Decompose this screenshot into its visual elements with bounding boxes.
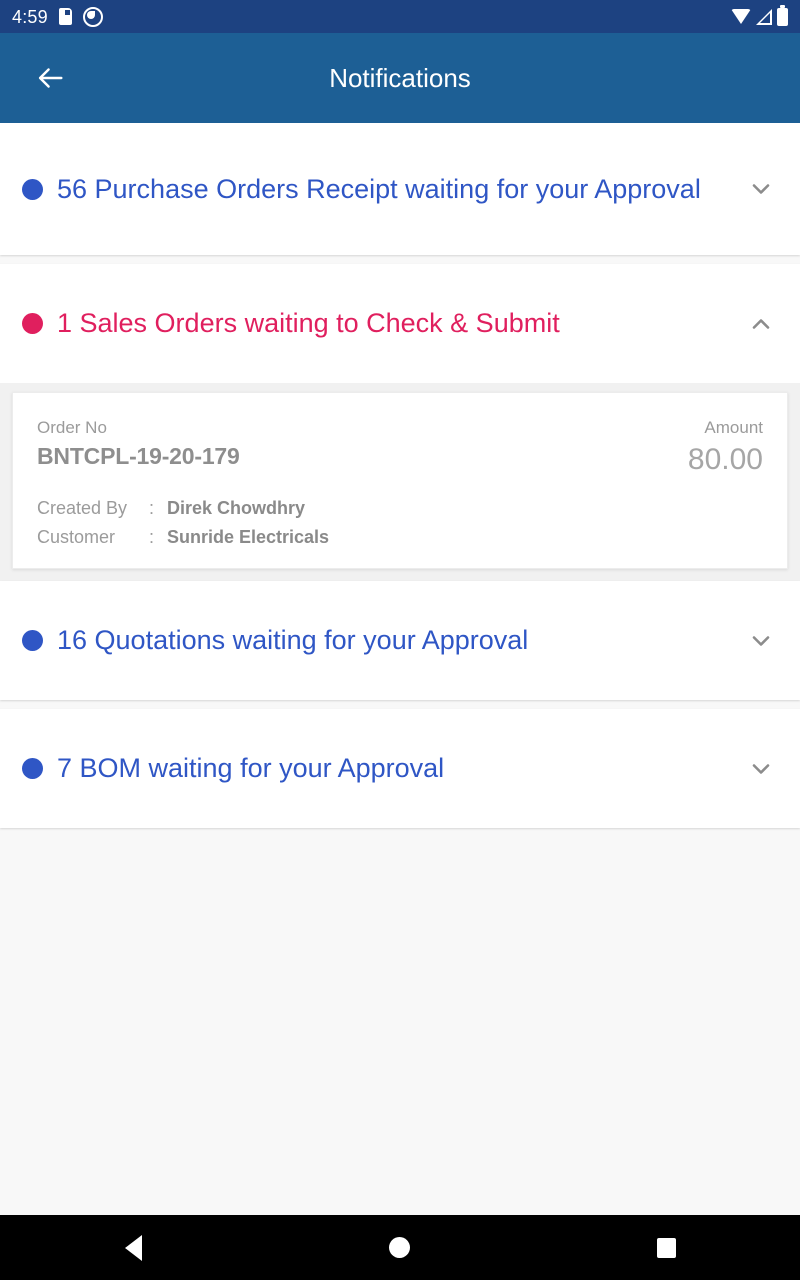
phone-screen: 4:59 Notifications 56 Purchase Orders Re… xyxy=(0,0,800,1280)
notification-row-sales-orders[interactable]: 1 Sales Orders waiting to Check & Submit xyxy=(0,264,800,383)
created-by-value: Direk Chowdhry xyxy=(167,498,306,518)
do-not-disturb-icon xyxy=(82,6,103,27)
expand-toggle-quotations[interactable] xyxy=(744,624,778,658)
order-no-label: Order No xyxy=(37,418,107,437)
nav-recents-button[interactable] xyxy=(607,1215,727,1280)
created-by-row: Created By : Direk Chowdhry xyxy=(37,498,763,519)
wifi-icon xyxy=(731,9,751,24)
notification-label: 56 Purchase Orders Receipt waiting for y… xyxy=(57,173,701,204)
nav-home-button[interactable] xyxy=(340,1215,460,1280)
notification-label: 16 Quotations waiting for your Approval xyxy=(57,625,529,656)
status-dot xyxy=(22,758,43,779)
back-button[interactable] xyxy=(18,46,82,110)
nav-back-button[interactable] xyxy=(73,1215,193,1280)
notification-row-quotations[interactable]: 16 Quotations waiting for your Approval xyxy=(0,581,800,700)
notification-list: 56 Purchase Orders Receipt waiting for y… xyxy=(0,123,800,1215)
android-navigation-bar xyxy=(0,1215,800,1280)
sales-order-detail-card[interactable]: Order No BNTCPL-19-20-179 Amount 80.00 C… xyxy=(12,392,788,569)
notification-row-bom[interactable]: 7 BOM waiting for your Approval xyxy=(0,709,800,828)
detail-card-fields: Created By : Direk Chowdhry Customer : S… xyxy=(37,498,763,548)
chevron-down-icon xyxy=(752,635,770,646)
status-dot xyxy=(22,313,43,334)
cellular-signal-icon xyxy=(756,8,772,25)
sales-order-detail-region: Order No BNTCPL-19-20-179 Amount 80.00 C… xyxy=(0,383,800,581)
recents-square-icon xyxy=(657,1237,677,1258)
expand-toggle-purchase-orders[interactable] xyxy=(744,172,778,206)
battery-icon xyxy=(777,4,788,26)
status-dot xyxy=(22,178,43,200)
chevron-up-icon xyxy=(752,318,770,329)
notification-label: 7 BOM waiting for your Approval xyxy=(57,753,445,784)
amount-column: Amount 80.00 xyxy=(688,415,763,478)
chevron-down-icon xyxy=(752,763,770,774)
expand-toggle-bom[interactable] xyxy=(744,752,778,786)
customer-label: Customer xyxy=(37,527,116,547)
arrow-left-icon xyxy=(38,68,63,88)
customer-value: Sunride Electricals xyxy=(167,527,330,547)
customer-colon: : xyxy=(149,527,155,547)
status-bar-right xyxy=(731,4,788,26)
back-triangle-icon xyxy=(124,1234,142,1261)
order-no-value: BNTCPL-19-20-179 xyxy=(37,442,240,469)
order-no-column: Order No BNTCPL-19-20-179 xyxy=(37,415,240,472)
notification-row-purchase-orders[interactable]: 56 Purchase Orders Receipt waiting for y… xyxy=(0,123,800,255)
notification-label: 1 Sales Orders waiting to Check & Submit xyxy=(57,308,560,339)
status-bar-clock: 4:59 xyxy=(12,6,48,27)
customer-row: Customer : Sunride Electricals xyxy=(37,527,763,548)
amount-value: 80.00 xyxy=(687,442,763,476)
app-bar: Notifications xyxy=(0,33,800,123)
amount-label: Amount xyxy=(704,418,763,437)
page-title: Notifications xyxy=(329,62,471,93)
home-circle-icon xyxy=(389,1237,411,1258)
status-bar-left: 4:59 xyxy=(12,6,103,27)
status-dot xyxy=(22,630,43,651)
created-by-label: Created By xyxy=(37,498,128,518)
collapse-toggle-sales-orders[interactable] xyxy=(744,307,778,341)
chevron-down-icon xyxy=(752,184,770,194)
sd-card-icon xyxy=(58,8,72,25)
status-bar: 4:59 xyxy=(0,0,800,33)
created-by-colon: : xyxy=(149,498,155,518)
detail-card-header: Order No BNTCPL-19-20-179 Amount 80.00 xyxy=(37,415,763,478)
